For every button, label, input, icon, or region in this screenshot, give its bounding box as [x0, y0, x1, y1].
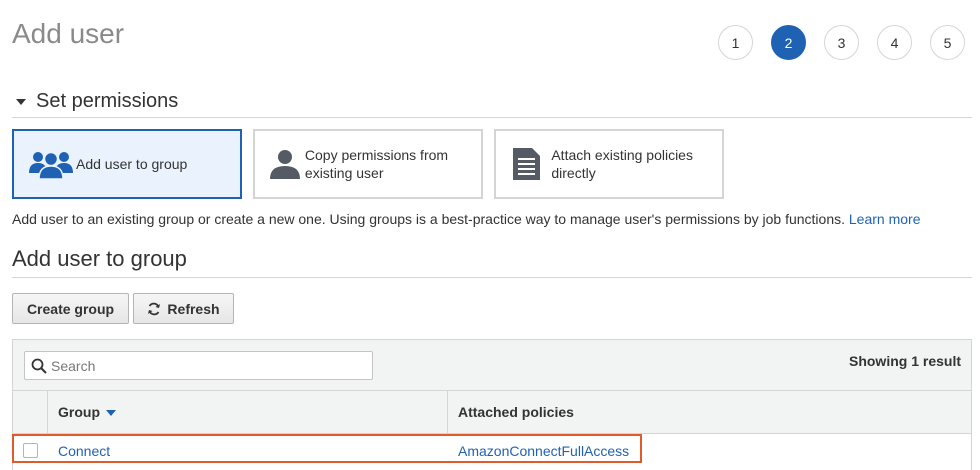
page-title: Add user — [12, 18, 125, 49]
table-toolbar: Showing 1 result — [13, 340, 971, 391]
search-box[interactable] — [24, 351, 373, 380]
caret-down-icon — [16, 99, 26, 105]
option-add-user-to-group[interactable]: Add user to group — [12, 129, 242, 199]
add-user-to-group-header: Add user to group — [12, 246, 972, 278]
column-policies: Attached policies — [458, 404, 574, 420]
sort-desc-icon — [106, 410, 116, 416]
step-2[interactable]: 2 — [771, 25, 806, 60]
option-label: Copy permissions from existing user — [304, 147, 449, 181]
description-text: Add user to an existing group or create … — [12, 211, 845, 227]
policy-link[interactable]: AmazonConnectFullAccess — [458, 443, 629, 459]
step-1[interactable]: 1 — [718, 25, 753, 60]
group-link[interactable]: Connect — [58, 443, 110, 459]
select-all-column — [13, 391, 48, 433]
step-5[interactable]: 5 — [930, 25, 965, 60]
permission-options: Add user to group Copy permissions from … — [12, 129, 724, 199]
table-header: Group Attached policies — [13, 391, 971, 434]
result-count: Showing 1 result — [848, 353, 961, 369]
table-row[interactable]: Connect AmazonConnectFullAccess — [13, 434, 971, 467]
column-group-label: Group — [58, 404, 100, 420]
subsection-title: Add user to group — [12, 246, 187, 271]
permissions-description: Add user to an existing group or create … — [12, 211, 920, 227]
step-3[interactable]: 3 — [824, 25, 859, 60]
document-icon — [510, 144, 551, 184]
section-title: Set permissions — [36, 90, 179, 112]
row-checkbox[interactable] — [23, 443, 38, 458]
option-copy-permissions[interactable]: Copy permissions from existing user — [253, 129, 483, 199]
option-label: Attach existing policies directly — [551, 147, 693, 181]
create-group-button[interactable]: Create group — [12, 293, 129, 324]
refresh-button[interactable]: Refresh — [133, 293, 234, 324]
option-attach-policies[interactable]: Attach existing policies directly — [494, 129, 724, 199]
groups-table: Showing 1 result Group Attached policies… — [12, 339, 972, 470]
add-user-page: Add user 1 2 3 4 5 Set permissions Add u… — [0, 0, 980, 470]
refresh-label: Refresh — [167, 300, 220, 317]
user-icon — [269, 144, 305, 184]
search-input[interactable] — [51, 357, 351, 374]
refresh-icon — [148, 302, 161, 315]
search-icon — [31, 358, 47, 374]
option-label: Add user to group — [76, 156, 188, 172]
step-4[interactable]: 4 — [877, 25, 912, 60]
column-group[interactable]: Group — [48, 391, 448, 433]
wizard-steps: 1 2 3 4 5 — [718, 25, 965, 60]
group-icon — [28, 144, 76, 184]
set-permissions-header[interactable]: Set permissions — [12, 90, 972, 118]
learn-more-link[interactable]: Learn more — [849, 211, 921, 227]
